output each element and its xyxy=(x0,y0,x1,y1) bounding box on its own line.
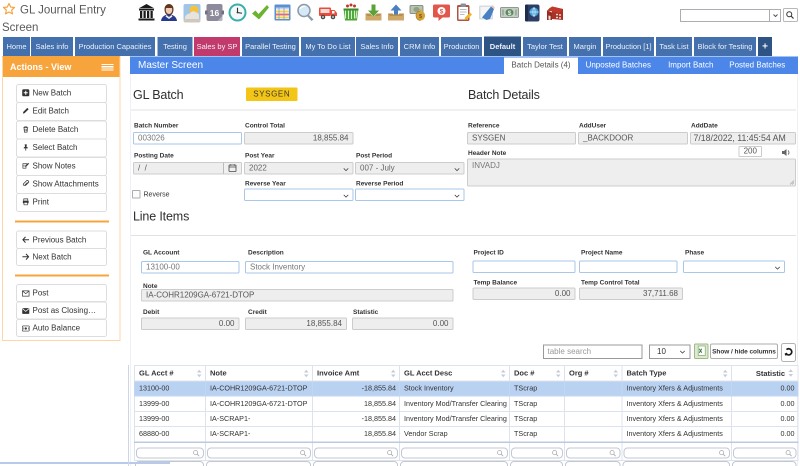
svg-text:$: $ xyxy=(419,14,422,20)
svg-text:$: $ xyxy=(440,9,444,16)
svg-text:$: $ xyxy=(508,10,512,17)
svg-text:16: 16 xyxy=(210,8,220,18)
